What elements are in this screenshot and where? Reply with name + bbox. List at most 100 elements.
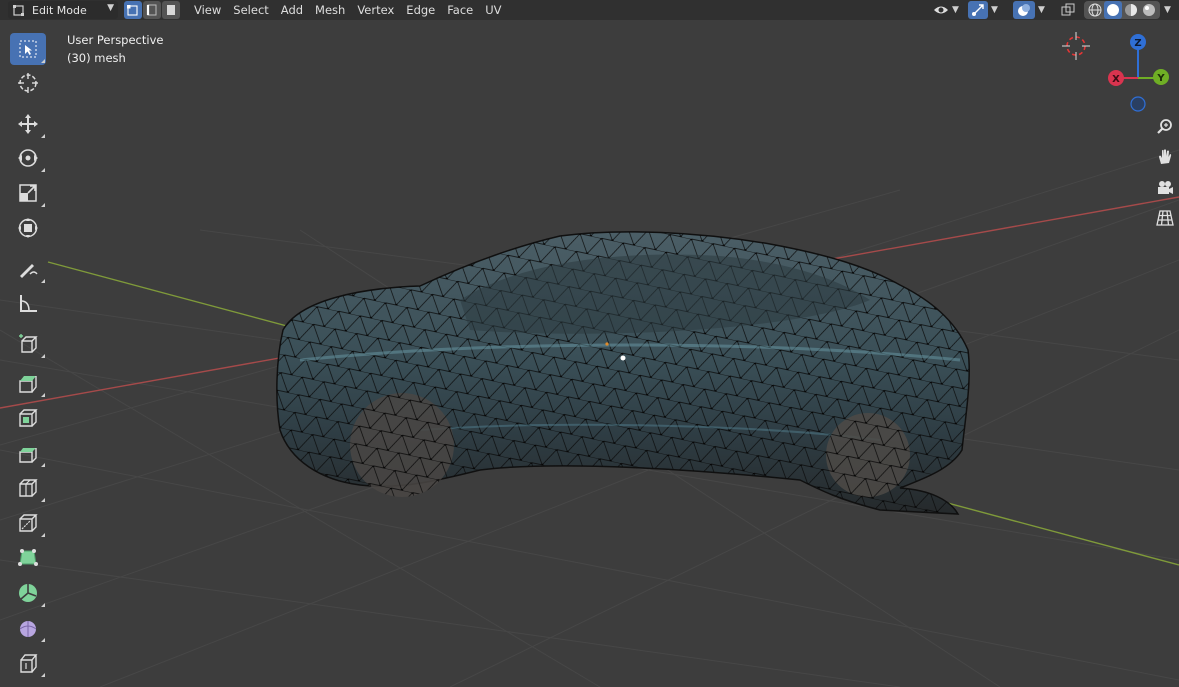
edge-select-icon (146, 4, 157, 16)
ortho-toggle-button[interactable] (1153, 206, 1177, 230)
tool-annotate[interactable] (10, 253, 46, 285)
rendered-shading-button[interactable] (1140, 1, 1158, 19)
chevron-down-icon[interactable]: ▼ (1164, 5, 1171, 15)
overlay-icon (1018, 4, 1030, 16)
tool-add-cube[interactable] (10, 328, 46, 360)
annotate-icon (20, 264, 38, 278)
car-mesh[interactable] (276, 231, 970, 515)
object-origin (620, 355, 626, 361)
ortho-grid-icon (1156, 210, 1174, 226)
tool-move[interactable] (10, 108, 46, 140)
tool-scale[interactable] (10, 177, 46, 209)
chevron-down-icon: ▼ (107, 3, 114, 13)
pan-button[interactable] (1153, 145, 1177, 169)
tool-bevel[interactable] (10, 437, 46, 469)
svg-text:Z: Z (1134, 38, 1141, 49)
tool-spin[interactable] (10, 577, 46, 609)
mode-dropdown[interactable]: Edit Mode ▼ (8, 1, 118, 19)
wireframe-shading-button[interactable] (1086, 1, 1104, 19)
gizmo-axis-x[interactable]: X (1108, 70, 1124, 86)
add-cube-icon (19, 334, 38, 353)
navigation-gizmo[interactable]: Z Y X (1100, 30, 1179, 120)
face-select-button[interactable] (162, 1, 180, 19)
poly-build-icon (18, 549, 38, 566)
menu-select[interactable]: Select (227, 0, 274, 20)
svg-text:X: X (1112, 74, 1120, 85)
menu-uv[interactable]: UV (479, 0, 507, 20)
menu-mesh[interactable]: Mesh (309, 0, 351, 20)
menu-view[interactable]: View (188, 0, 227, 20)
pan-hand-icon (1159, 149, 1172, 164)
camera-view-icon (1158, 181, 1173, 194)
3d-cursor-dot (605, 342, 609, 346)
xray-icon (1061, 3, 1075, 16)
chevron-down-icon: ▼ (1038, 5, 1045, 15)
solid-shading-button[interactable] (1104, 1, 1122, 19)
move-icon (18, 114, 38, 134)
smooth-icon (19, 621, 37, 637)
shrink-fatten-icon (20, 654, 38, 673)
header-menu: View Select Add Mesh Vertex Edge Face UV (188, 0, 508, 20)
mode-label: Edit Mode (32, 3, 87, 17)
gizmo-axis-z[interactable]: Z (1130, 34, 1146, 50)
visibility-dropdown[interactable]: ▼ (933, 0, 959, 20)
xray-toggle[interactable] (1061, 0, 1075, 20)
view-name: User Perspective (67, 33, 164, 47)
material-shading-button[interactable] (1122, 1, 1140, 19)
loop-cut-icon (19, 479, 38, 497)
menu-face[interactable]: Face (441, 0, 479, 20)
measure-icon (20, 295, 37, 312)
tool-cursor[interactable] (10, 67, 46, 99)
menu-add[interactable]: Add (275, 0, 309, 20)
bevel-icon (19, 448, 37, 463)
select-mode-group (124, 1, 181, 19)
material-shading-icon (1125, 4, 1137, 16)
extrude-region-icon (19, 376, 37, 393)
tool-extrude-region[interactable] (10, 367, 46, 399)
object-info: (30) mesh (67, 51, 126, 65)
scale-icon (19, 184, 37, 202)
spin-icon (19, 584, 37, 602)
zoom-icon (1157, 119, 1172, 134)
knife-icon (19, 514, 38, 532)
viewport-info: User Perspective (30) mesh (67, 31, 163, 67)
3d-viewport[interactable] (0, 0, 1179, 687)
face-select-icon (167, 5, 175, 15)
rendered-shading-icon (1143, 4, 1155, 16)
chevron-down-icon: ▼ (952, 5, 959, 15)
vertex-select-button[interactable] (124, 1, 142, 19)
menu-vertex[interactable]: Vertex (351, 0, 400, 20)
edit-mode-icon (13, 5, 24, 16)
tool-rotate[interactable] (10, 142, 46, 174)
gizmo-axis-y[interactable]: Y (1153, 69, 1169, 85)
cursor-icon (18, 73, 38, 93)
tool-inset-faces[interactable] (10, 402, 46, 434)
tool-loop-cut[interactable] (10, 472, 46, 504)
gizmo-dropdown[interactable]: ▼ (968, 0, 998, 20)
shading-group (1084, 1, 1160, 19)
solid-shading-icon (1107, 4, 1119, 16)
tool-knife[interactable] (10, 507, 46, 539)
tool-shrink-fatten[interactable] (10, 647, 46, 679)
tool-transform[interactable] (10, 212, 46, 244)
tool-measure[interactable] (10, 288, 46, 320)
wireframe-shading-icon (1088, 3, 1102, 17)
tool-smooth[interactable] (10, 612, 46, 644)
3d-cursor-icon (1062, 32, 1090, 60)
overlay-dropdown[interactable]: ▼ (1013, 0, 1045, 20)
camera-view-button[interactable] (1153, 176, 1177, 200)
viewport-header: Edit Mode ▼ View Select Add Mesh Vertex … (0, 0, 1179, 20)
inset-faces-icon (19, 409, 38, 427)
select-box-icon (19, 40, 37, 58)
zoom-button[interactable] (1153, 115, 1177, 139)
edge-select-button[interactable] (143, 1, 161, 19)
visibility-icon (934, 6, 948, 14)
transform-icon (18, 218, 38, 238)
gizmo-icon (972, 4, 984, 16)
gizmo-axis-neg-z[interactable] (1130, 96, 1146, 112)
tool-select-box[interactable] (10, 33, 46, 65)
vertex-select-icon (127, 5, 138, 16)
chevron-down-icon: ▼ (991, 5, 998, 15)
menu-edge[interactable]: Edge (400, 0, 441, 20)
tool-poly-build[interactable] (10, 542, 46, 574)
